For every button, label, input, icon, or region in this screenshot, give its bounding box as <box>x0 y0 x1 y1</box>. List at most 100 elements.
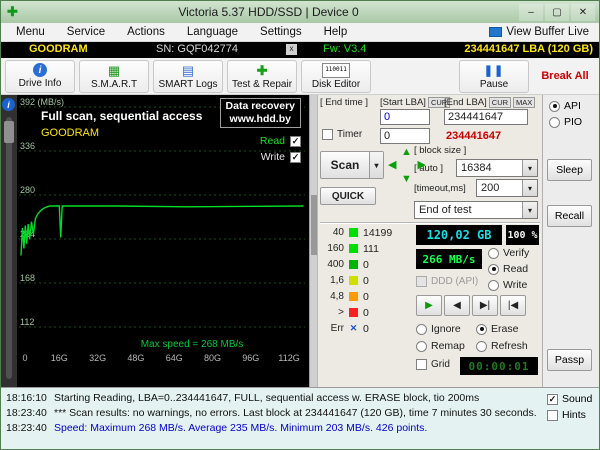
radio-erase[interactable] <box>476 323 487 335</box>
pio-radio[interactable] <box>549 116 560 128</box>
menu-service[interactable]: Service <box>56 26 116 38</box>
hints-toggle[interactable]: Hints <box>547 409 586 421</box>
radio-ignore[interactable] <box>416 323 427 335</box>
timer-toggle[interactable]: Timer <box>322 129 362 140</box>
break-all-button[interactable]: Break All <box>535 60 595 93</box>
api-mode-option[interactable]: API <box>549 100 581 112</box>
recall-button[interactable]: Recall <box>547 205 592 227</box>
radio-refresh[interactable] <box>476 340 487 352</box>
chevron-down-icon[interactable]: ▾ <box>522 160 537 176</box>
arrow-left-icon[interactable]: ◀ <box>388 160 396 171</box>
step-back-button[interactable]: ◀ <box>444 295 470 316</box>
start-lba-input[interactable]: 0 <box>380 109 430 125</box>
toolbar-label: Test & Repair <box>232 78 293 90</box>
graph-scale-slider[interactable] <box>4 117 14 379</box>
arrow-up-icon[interactable]: ▲ <box>401 147 412 158</box>
read-checkbox[interactable]: ✓ <box>290 135 301 147</box>
radio-write[interactable] <box>488 279 499 291</box>
read-legend-toggle[interactable]: Read ✓ <box>260 135 301 147</box>
hints-checkbox[interactable] <box>547 409 558 421</box>
scan-button[interactable]: Scan ▾ <box>320 151 384 179</box>
passp-button[interactable]: Passp <box>547 349 592 371</box>
grid-checkbox[interactable] <box>416 359 427 370</box>
x-axis-label: 0 <box>22 353 27 363</box>
end-lba-max-button[interactable]: MAX <box>513 97 536 108</box>
radio-verify[interactable] <box>488 247 499 259</box>
log-timestamp: 18:23:40 <box>6 406 47 419</box>
chevron-down-icon[interactable]: ▾ <box>522 202 537 218</box>
progress-percent-display: 100 % <box>506 225 539 245</box>
menu-menu[interactable]: Menu <box>5 26 56 38</box>
log-timestamp: 18:16:10 <box>6 391 47 404</box>
bin-color-swatch <box>349 260 358 269</box>
mode-option-write[interactable]: Write <box>488 279 529 291</box>
ddd-api-toggle[interactable]: DDD (API) <box>416 276 478 287</box>
serial-close-button[interactable]: x <box>286 44 297 55</box>
toolbar-disk-editor[interactable]: 110011 Disk Editor <box>301 59 372 93</box>
toolbar-smart-logs[interactable]: ▤ SMART Logs <box>153 59 223 93</box>
latency-bin-40: 40 14199 <box>324 226 392 239</box>
menu-language[interactable]: Language <box>176 26 249 38</box>
speed-graph-panel: i 392 (MB/s) 336 280 224 168 112 0 16G 32G 48G 64G… <box>1 95 317 387</box>
action-option-erase[interactable]: Erase <box>476 323 536 335</box>
legend-info-button[interactable]: i <box>2 98 15 111</box>
menu-settings[interactable]: Settings <box>249 26 313 38</box>
device-info-bar: GOODRAM SN: GQF042774 x Fw: V3.4 2344416… <box>1 42 599 58</box>
skip-back-button[interactable]: |◀ <box>500 295 526 316</box>
buffer-monitor-icon <box>489 27 503 37</box>
chevron-down-icon[interactable]: ▾ <box>522 180 537 196</box>
bin-count: 0 <box>363 306 369 319</box>
api-radio[interactable] <box>549 100 560 112</box>
minimize-button[interactable]: – <box>519 3 543 21</box>
navigation-pad[interactable]: ▲ ◀ ▶ ▼ <box>388 147 426 185</box>
view-buffer-live[interactable]: View Buffer Live <box>489 26 595 38</box>
menu-actions[interactable]: Actions <box>116 26 176 38</box>
pio-mode-option[interactable]: PIO <box>549 116 582 128</box>
block-size-select[interactable]: 16384 ▾ <box>456 159 538 177</box>
timeout-select[interactable]: 200 ▾ <box>476 179 538 197</box>
sleep-button[interactable]: Sleep <box>547 159 592 181</box>
arrow-down-icon[interactable]: ▼ <box>401 174 412 185</box>
action-label: Refresh <box>491 340 528 352</box>
latency-bin-160: 160 111 <box>324 242 392 255</box>
timer-checkbox[interactable] <box>322 129 333 140</box>
pause-button[interactable]: ❚❚ Pause <box>459 59 529 93</box>
end-of-test-select[interactable]: End of test ▾ <box>414 201 538 219</box>
sound-checkbox[interactable]: ✓ <box>547 393 558 405</box>
close-button[interactable]: ✕ <box>571 3 595 21</box>
step-forward-button[interactable]: ▶| <box>472 295 498 316</box>
graph-scrollbar[interactable] <box>309 95 317 387</box>
device-firmware: Fw: V3.4 <box>323 43 367 55</box>
timer-value-input[interactable]: 0 <box>380 128 430 144</box>
toolbar-drive-info[interactable]: i Drive Info <box>5 59 75 93</box>
action-option-remap[interactable]: Remap <box>416 340 476 352</box>
write-legend-toggle[interactable]: Write ✓ <box>261 151 301 163</box>
log-row[interactable]: 18:23:40 Speed: Maximum 268 MB/s. Average… <box>1 420 599 435</box>
maximize-button[interactable]: ▢ <box>545 3 569 21</box>
radio-read[interactable] <box>488 263 499 275</box>
arrow-right-icon[interactable]: ▶ <box>418 160 426 171</box>
action-option-refresh[interactable]: Refresh <box>476 340 536 352</box>
log-message: *** Scan results: no warnings, no errors… <box>54 406 537 419</box>
log-panel[interactable]: 18:16:10 Starting Reading, LBA=0..2344416… <box>1 387 599 449</box>
write-checkbox[interactable]: ✓ <box>290 151 301 163</box>
radio-remap[interactable] <box>416 340 427 352</box>
grid-toggle[interactable]: Grid <box>416 359 450 370</box>
scan-dropdown-arrow[interactable]: ▾ <box>369 152 383 178</box>
latency-bin-err: Err ✕ 0 <box>324 322 392 335</box>
quick-button[interactable]: QUICK <box>320 187 376 205</box>
toolbar-test-repair[interactable]: ✚ Test & Repair <box>227 59 298 93</box>
mode-option-verify[interactable]: Verify <box>488 247 529 259</box>
mode-option-read[interactable]: Read <box>488 263 529 275</box>
play-button[interactable]: ▶ <box>416 295 442 316</box>
action-option-ignore[interactable]: Ignore <box>416 323 476 335</box>
end-lba-cur-button[interactable]: CUR <box>488 97 512 108</box>
ddd-checkbox[interactable] <box>416 276 427 287</box>
log-row[interactable]: 18:23:40 *** Scan results: no warnings, n… <box>1 405 599 420</box>
slider-thumb[interactable] <box>4 121 14 143</box>
toolbar-s-m-a-r-t[interactable]: ▦ S.M.A.R.T <box>79 59 149 93</box>
end-lba-input[interactable]: 234441647 <box>444 109 528 125</box>
log-row[interactable]: 18:16:10 Starting Reading, LBA=0..2344416… <box>1 390 599 405</box>
sound-toggle[interactable]: ✓ Sound <box>547 393 592 405</box>
menu-help[interactable]: Help <box>313 26 359 38</box>
